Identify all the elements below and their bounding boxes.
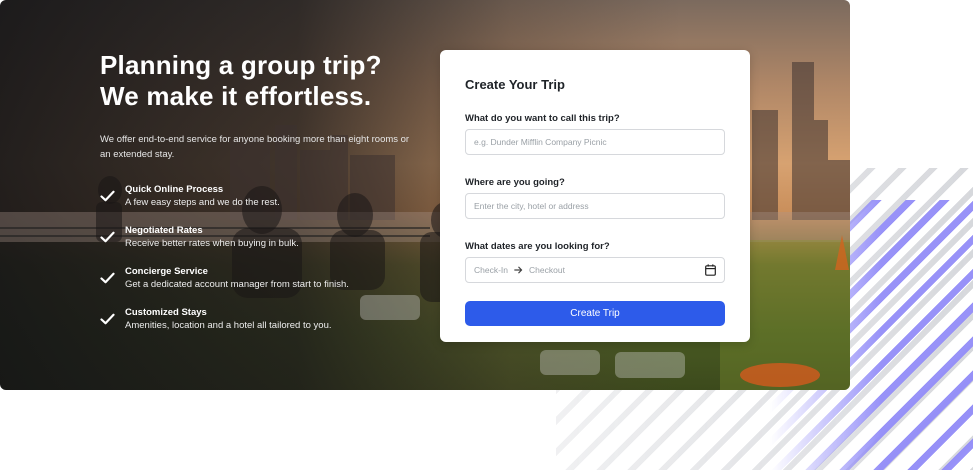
feature-title: Negotiated Rates	[125, 225, 203, 236]
date-range-picker[interactable]: Check-In Checkout	[465, 257, 725, 283]
feature-title: Customized Stays	[125, 307, 207, 318]
check-icon	[100, 231, 115, 243]
hero-banner: Planning a group trip? We make it effort…	[0, 0, 850, 390]
feature-title: Concierge Service	[125, 266, 208, 277]
headline-line-1: Planning a group trip?	[100, 50, 382, 80]
create-trip-button[interactable]: Create Trip	[465, 301, 725, 326]
check-icon	[100, 190, 115, 202]
create-trip-form: Create Your Trip What do you want to cal…	[440, 50, 750, 342]
feature-item-negotiated-rates: Negotiated Rates Receive better rates wh…	[100, 225, 420, 266]
trip-name-input[interactable]	[465, 129, 725, 155]
hero-subtext: We offer end-to-end service for anyone b…	[100, 134, 410, 160]
page: Planning a group trip? We make it effort…	[0, 0, 973, 470]
arrow-right-icon	[514, 266, 523, 274]
form-title: Create Your Trip	[465, 77, 565, 92]
hero-headline: Planning a group trip? We make it effort…	[100, 50, 420, 112]
feature-description: Amenities, location and a hotel all tail…	[125, 320, 332, 331]
feature-item-quick-online-process: Quick Online Process A few easy steps an…	[100, 184, 420, 225]
checkin-placeholder: Check-In	[474, 265, 509, 275]
trip-name-label: What do you want to call this trip?	[465, 113, 620, 124]
feature-title: Quick Online Process	[125, 184, 224, 195]
hero-copy: Planning a group trip? We make it effort…	[100, 50, 420, 348]
destination-input[interactable]	[465, 193, 725, 219]
feature-list: Quick Online Process A few easy steps an…	[100, 184, 420, 348]
dates-label: What dates are you looking for?	[465, 241, 610, 252]
feature-description: Receive better rates when buying in bulk…	[125, 238, 299, 249]
feature-description: A few easy steps and we do the rest.	[125, 197, 280, 208]
feature-description: Get a dedicated account manager from sta…	[125, 279, 349, 290]
check-icon	[100, 272, 115, 284]
feature-item-concierge-service: Concierge Service Get a dedicated accoun…	[100, 266, 420, 307]
feature-item-customized-stays: Customized Stays Amenities, location and…	[100, 307, 420, 348]
destination-label: Where are you going?	[465, 177, 565, 188]
checkout-placeholder: Checkout	[529, 265, 565, 275]
calendar-icon[interactable]	[705, 264, 716, 276]
check-icon	[100, 313, 115, 325]
headline-line-2: We make it effortless.	[100, 81, 372, 111]
